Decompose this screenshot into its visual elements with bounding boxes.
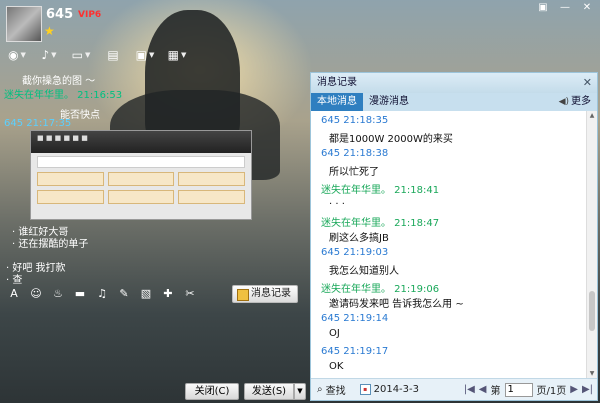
scroll-up-icon[interactable]: ▲ xyxy=(587,111,597,121)
date-picker[interactable]: ▪ 2014-3-3 xyxy=(359,384,419,395)
scroll-thumb[interactable] xyxy=(589,291,595,331)
history-message-text: 邀请码发来吧 告诉我怎么用 ~ xyxy=(329,299,464,310)
tab-roaming-messages[interactable]: 漫游消息 xyxy=(363,93,415,111)
history-message-text: 所以忙死了 xyxy=(329,167,379,178)
chat-toolbar: ◉ ▼ ♪ ▼ ▭ ▼ ▤ ▣ ▼ ▦ ▼ xyxy=(6,46,188,64)
history-message-text: 我怎么知道别人 xyxy=(329,266,399,277)
pager: |◀ ◀ 第 页/1页 ▶ ▶| xyxy=(464,382,593,397)
close-window-button[interactable]: ✕ xyxy=(578,2,596,15)
history-message-header: 645 21:18:38 xyxy=(321,148,389,159)
emoji-icon[interactable]: ☺ xyxy=(28,286,44,302)
vip-badge[interactable]: VIP6 xyxy=(78,10,101,20)
restore-button[interactable]: ▣ xyxy=(534,2,552,15)
chat-message-line: 截你操急的图 ～ xyxy=(22,76,96,87)
more-button[interactable]: ◀) 更多 xyxy=(559,93,591,111)
history-message-header: 645 21:19:14 xyxy=(321,313,389,324)
search-icon: ⌕ xyxy=(317,384,323,395)
voice-message-icon[interactable]: ▬ xyxy=(72,286,88,302)
history-message-text: OK xyxy=(329,361,344,372)
prev-page-icon[interactable]: ◀ xyxy=(479,384,487,395)
chat-message-line: · 查 xyxy=(6,275,23,286)
first-page-icon[interactable]: |◀ xyxy=(464,384,475,395)
avatar[interactable] xyxy=(6,6,42,42)
history-message-header: 迷失在年华里。 21:18:47 xyxy=(321,218,440,229)
history-title: 消息记录 xyxy=(317,77,357,88)
minimize-button[interactable]: — xyxy=(556,2,574,15)
star-icon: ★ xyxy=(44,24,55,38)
app-grid-icon[interactable]: ▦ ▼ xyxy=(166,46,188,64)
contact-nickname: 645 xyxy=(46,7,74,22)
screenshot-icon[interactable]: ✂ xyxy=(182,286,198,302)
window-controls: ▣ — ✕ xyxy=(534,2,596,15)
chat-screenshot-image[interactable]: ■ ■ ■ ■ ■ ■ xyxy=(30,130,252,220)
history-message-header: 645 21:19:17 xyxy=(321,346,389,357)
chat-message-line: 迷失在年华里。 21:16:53 xyxy=(4,90,123,101)
chat-message-line: · 还在摆酷的单子 xyxy=(12,239,89,250)
history-message-header: 迷失在年华里。 21:19:06 xyxy=(321,284,440,295)
video-call-icon[interactable]: ◉ ▼ xyxy=(6,46,28,64)
history-message-text: OJ xyxy=(329,328,340,339)
voice-call-icon[interactable]: ♪ ▼ xyxy=(38,46,60,64)
close-button[interactable]: 关闭(C) xyxy=(185,383,239,400)
message-history-panel: 消息记录 ✕ 本地消息 漫游消息 ◀) 更多 645 21:18:35 都是1000… xyxy=(310,72,598,401)
history-title-bar: 消息记录 ✕ xyxy=(311,73,597,93)
image-icon[interactable]: ▧ xyxy=(138,286,154,302)
calendar-icon: ▪ xyxy=(359,384,371,395)
send-options-dropdown[interactable]: ▼ xyxy=(294,383,306,400)
send-button[interactable]: 发送(S) xyxy=(244,383,294,400)
next-page-icon[interactable]: ▶ xyxy=(570,384,578,395)
tab-local-messages[interactable]: 本地消息 xyxy=(311,93,363,111)
history-tabs: 本地消息 漫游消息 ◀) 更多 xyxy=(311,93,597,111)
gift-icon[interactable]: ✚ xyxy=(160,286,176,302)
input-toolbar: A ☺ ♨ ▬ ♫ ✎ ▧ ✚ ✂ xyxy=(6,286,198,302)
page-number-input[interactable] xyxy=(504,382,533,397)
chat-message-line: 645 21:17:35 xyxy=(4,118,72,129)
history-message-header: 迷失在年华里。 21:18:41 xyxy=(321,185,440,196)
message-records-button[interactable]: 消息记录 xyxy=(232,285,298,303)
page-suffix: 页/1页 xyxy=(536,386,567,397)
history-message-text: 都是1000W 2000W的来买 xyxy=(329,134,453,145)
remote-desktop-icon[interactable]: ▣ ▼ xyxy=(134,46,156,64)
file-transfer-icon[interactable]: ▭ ▼ xyxy=(70,46,92,64)
history-footer: ⌕查找 ▪2014-3-3 |◀ ◀ 第 页/1页 ▶ ▶| xyxy=(311,378,597,400)
history-message-header: 645 21:19:03 xyxy=(321,247,389,258)
shake-icon[interactable]: ♨ xyxy=(50,286,66,302)
find-button[interactable]: ⌕ 查找 xyxy=(317,382,346,397)
history-message-text: 刷这么多搞JB xyxy=(329,233,389,244)
microphone-icon[interactable]: ♫ xyxy=(94,286,110,302)
speaker-icon: ◀) xyxy=(558,97,569,107)
page-prefix: 第 xyxy=(490,386,501,397)
history-message-header: 645 21:18:35 xyxy=(321,115,389,126)
pen-icon[interactable]: ✎ xyxy=(116,286,132,302)
font-icon[interactable]: A xyxy=(6,286,22,302)
create-group-icon[interactable]: ▤ xyxy=(102,46,124,64)
history-scrollbar[interactable]: ▲ ▼ xyxy=(586,111,597,379)
history-message-text: . . . xyxy=(329,196,345,207)
close-history-icon[interactable]: ✕ xyxy=(583,73,592,93)
history-list: 645 21:18:35 都是1000W 2000W的来买 645 21:18:38… xyxy=(311,111,587,379)
last-page-icon[interactable]: ▶| xyxy=(582,384,593,395)
